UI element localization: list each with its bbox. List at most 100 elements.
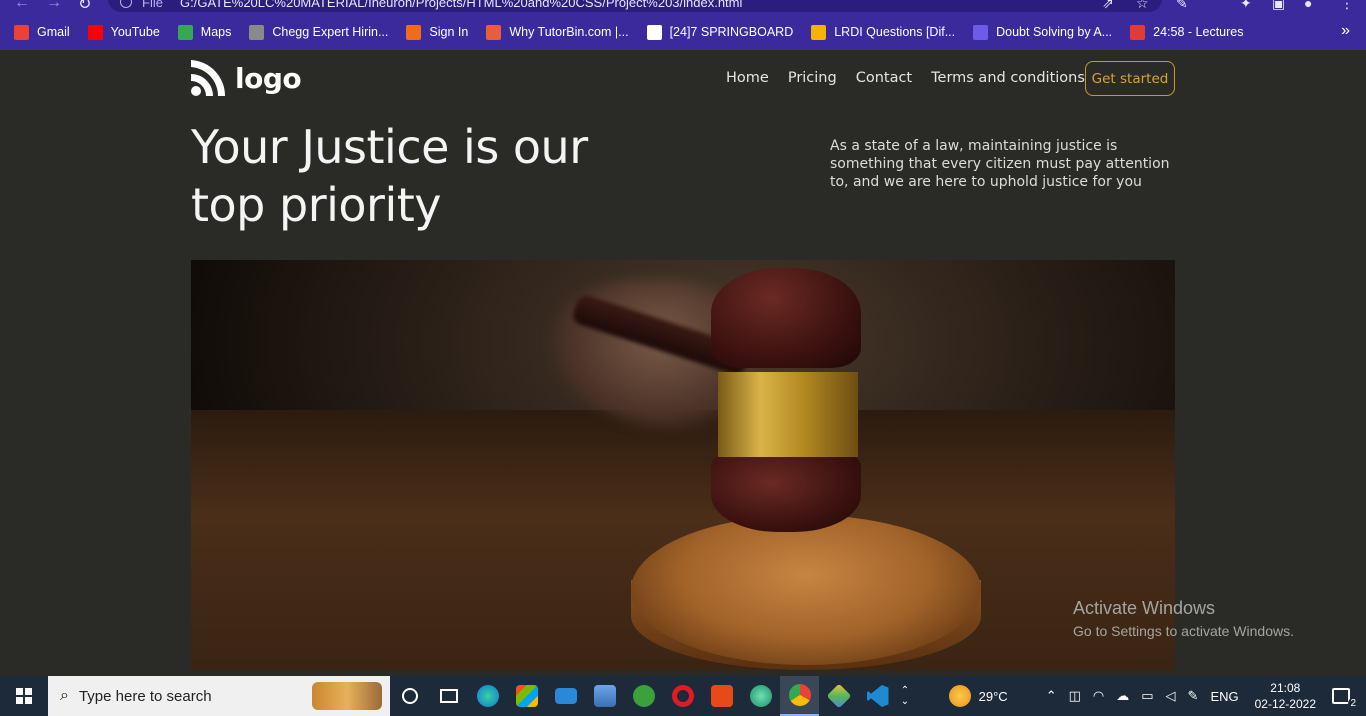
back-icon[interactable]: ← <box>14 0 30 12</box>
bookmark-item[interactable]: YouTube <box>87 24 160 40</box>
git-icon[interactable] <box>819 676 858 716</box>
website-page: logo Home Pricing Contact Terms and cond… <box>0 50 1366 676</box>
reload-icon[interactable]: ↻ <box>78 0 91 14</box>
bookmark-label: 24:58 - Lectures <box>1153 25 1244 39</box>
hero-description: As a state of a law, maintaining justice… <box>830 138 1170 190</box>
search-placeholder: Type here to search <box>78 687 212 705</box>
temperature: 29°C <box>978 688 1008 704</box>
vscode-icon[interactable] <box>858 676 897 716</box>
nav-contact[interactable]: Contact <box>856 70 912 86</box>
bookmark-label: Sign In <box>429 25 469 39</box>
gavel-head-top <box>711 268 861 368</box>
profile-avatar-icon[interactable]: ● <box>1304 0 1312 11</box>
language-indicator[interactable]: ENG <box>1210 689 1238 704</box>
bookmark-item[interactable]: LRDI Questions [Dif... <box>811 24 956 40</box>
clock-date: 02-12-2022 <box>1254 697 1316 711</box>
bookmark-favicon-icon <box>406 24 422 40</box>
site-logo[interactable]: logo <box>191 60 302 96</box>
bookmark-label: [24]7 SPRINGBOARD <box>669 25 794 39</box>
url-scheme: File <box>142 0 163 10</box>
clock[interactable]: 21:08 02-12-2022 <box>1255 680 1316 712</box>
share-icon[interactable]: ⇗ <box>1102 0 1114 12</box>
main-nav: Home Pricing Contact Terms and condition… <box>726 70 1104 86</box>
bookmark-item[interactable]: 24:58 - Lectures <box>1130 24 1244 40</box>
notification-count: 2 <box>1348 698 1358 709</box>
forward-icon[interactable]: → <box>46 0 62 12</box>
start-button[interactable] <box>0 676 48 716</box>
taskbar-scroll-icon[interactable]: ⌃ ⌄ <box>897 676 913 716</box>
notification-icon[interactable]: 2 <box>1330 685 1358 709</box>
bookmark-item[interactable]: Sign In <box>406 24 469 40</box>
bookmark-item[interactable]: [24]7 SPRINGBOARD <box>646 24 794 40</box>
bookmark-favicon-icon <box>486 24 502 40</box>
chrome-icon[interactable] <box>780 676 819 716</box>
office-icon[interactable] <box>702 676 741 716</box>
gavel-gold-band <box>718 372 858 457</box>
search-highlight-image <box>312 682 382 710</box>
meet-icon[interactable]: ◫ <box>1069 688 1081 704</box>
task-view-icon[interactable] <box>429 676 468 716</box>
watermark-subtitle: Go to Settings to activate Windows. <box>1073 623 1294 639</box>
bookmarks-bar: Gmail YouTube Maps Chegg Expert Hirin... Sig… <box>0 14 1366 50</box>
bookmark-star-icon[interactable]: ☆ <box>1136 0 1149 12</box>
tray-overflow-icon[interactable]: ⌃ <box>1046 688 1057 704</box>
nav-terms[interactable]: Terms and conditions <box>931 70 1085 86</box>
window-icon[interactable]: ▣ <box>1272 0 1285 12</box>
sound-block-top <box>631 515 981 665</box>
opera-icon[interactable] <box>663 676 702 716</box>
bookmark-favicon-icon <box>14 24 29 40</box>
bookmark-item[interactable]: Chegg Expert Hirin... <box>249 24 389 40</box>
bookmark-favicon-icon <box>177 24 193 40</box>
weather-widget[interactable]: 29°C <box>948 685 1008 707</box>
file-explorer-icon[interactable] <box>585 676 624 716</box>
taskbar-search[interactable]: ⌕ Type here to search <box>48 676 390 716</box>
mail-icon[interactable] <box>546 676 585 716</box>
extensions-icon[interactable]: ✦ <box>1240 0 1252 12</box>
hero-title: Your Justice is our top priority <box>191 120 588 232</box>
bookmark-item[interactable]: Why TutorBin.com |... <box>486 24 629 40</box>
search-icon: ⌕ <box>60 687 69 704</box>
bookmark-label: Gmail <box>37 25 70 39</box>
url-text[interactable]: G:/GATE%20LC%20MATERIAL/Ineuron/Projects… <box>180 0 742 10</box>
get-started-button[interactable]: Get started <box>1085 61 1175 96</box>
bookmark-favicon-icon <box>249 24 265 40</box>
cortana-icon[interactable] <box>390 676 429 716</box>
wifi-icon[interactable]: ◠ <box>1093 688 1104 704</box>
bookmarks-more-icon[interactable]: » <box>1341 22 1350 40</box>
bookmark-item[interactable]: Gmail <box>14 24 70 40</box>
bookmark-label: Doubt Solving by A... <box>996 25 1113 39</box>
hero-gavel-image <box>191 260 1175 670</box>
bookmark-favicon-icon <box>646 24 662 40</box>
browser-toolbar: ← → ↻ File G:/GATE%20LC%20MATERIAL/Ineur… <box>0 0 1366 14</box>
pen-icon[interactable]: ✎ <box>1188 688 1199 704</box>
rss-logo-icon <box>191 60 225 96</box>
bookmark-item[interactable]: Doubt Solving by A... <box>973 24 1113 40</box>
activation-watermark: Activate Windows Go to Settings to activ… <box>1073 598 1294 639</box>
windows-taskbar: ⌕ Type here to search ⌃ ⌄ 29°C ⌃ ◫ ◠ ☁ ▭ … <box>0 676 1366 716</box>
watermark-title: Activate Windows <box>1073 598 1216 618</box>
bookmark-favicon-icon <box>87 24 103 40</box>
atom-icon[interactable] <box>741 676 780 716</box>
bookmark-label: YouTube <box>110 25 160 39</box>
edge-icon[interactable] <box>468 676 507 716</box>
nav-home[interactable]: Home <box>726 70 769 86</box>
bookmark-item[interactable]: Maps <box>177 24 232 40</box>
clock-time: 21:08 <box>1270 681 1301 695</box>
utorrent-icon[interactable] <box>624 676 663 716</box>
volume-icon[interactable]: ◁ <box>1166 688 1176 704</box>
battery-icon[interactable]: ▭ <box>1141 688 1153 704</box>
logo-text: logo <box>235 61 302 95</box>
extension-pin-icon[interactable]: ✎ <box>1176 0 1188 12</box>
bookmark-label: Maps <box>200 25 232 39</box>
bookmark-favicon-icon <box>811 24 827 40</box>
menu-kebab-icon[interactable]: ⋮ <box>1340 0 1354 12</box>
store-icon[interactable] <box>507 676 546 716</box>
bookmark-favicon-icon <box>973 24 989 40</box>
cloud-icon[interactable]: ☁ <box>1116 688 1129 704</box>
nav-pricing[interactable]: Pricing <box>788 70 837 86</box>
bookmark-label: LRDI Questions [Dif... <box>834 25 956 39</box>
sun-icon <box>948 685 971 707</box>
bookmark-label: Why TutorBin.com |... <box>509 25 629 39</box>
system-tray: 29°C ⌃ ◫ ◠ ☁ ▭ ◁ ✎ ENG 21:08 02-12-2022 … <box>948 676 1366 716</box>
bookmark-label: Chegg Expert Hirin... <box>272 25 389 39</box>
